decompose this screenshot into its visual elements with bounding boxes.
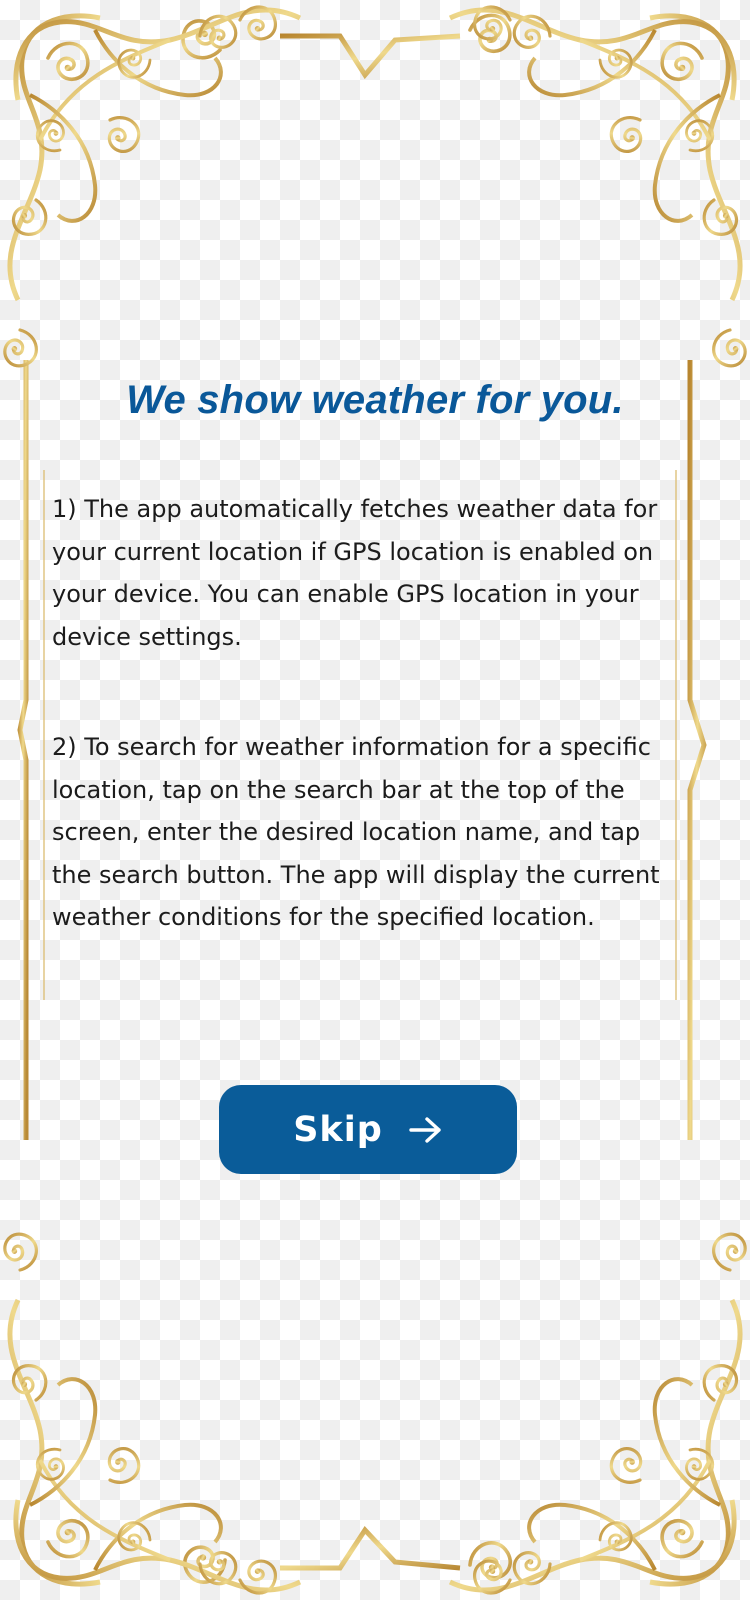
skip-button-label: Skip bbox=[293, 1109, 383, 1150]
page-title: We show weather for you. bbox=[126, 378, 624, 422]
skip-button[interactable]: Skip bbox=[219, 1085, 517, 1174]
arrow-right-icon bbox=[409, 1116, 443, 1144]
instruction-gps: 1) The app automatically fetches weather… bbox=[52, 495, 658, 651]
instruction-search: 2) To search for weather information for… bbox=[52, 733, 660, 931]
